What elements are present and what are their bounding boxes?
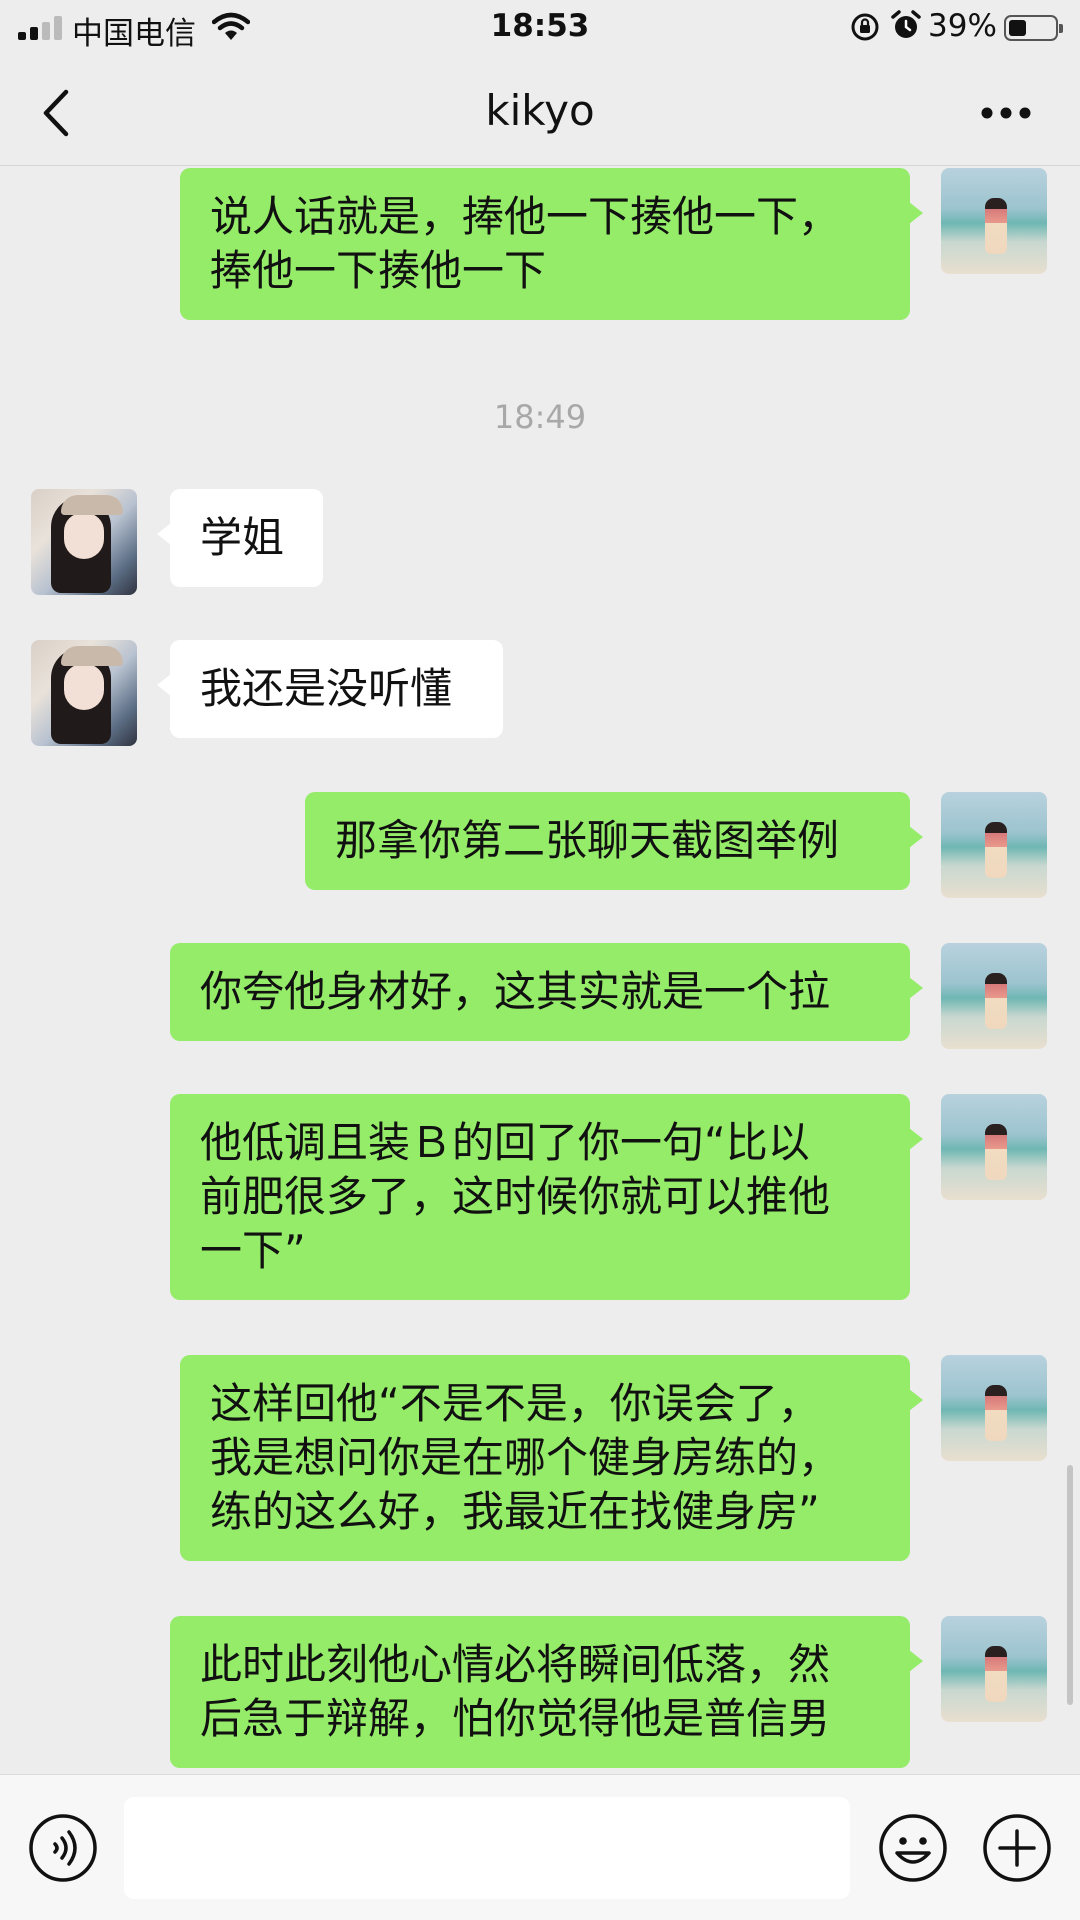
message-line: 捧他一下揍他一下 <box>210 246 547 295</box>
battery-percentage: 39% <box>928 8 997 44</box>
avatar[interactable] <box>31 489 137 595</box>
battery-icon <box>1004 15 1063 41</box>
nav-bar: kikyo <box>0 56 1080 166</box>
message-bubble-sent[interactable]: 此时此刻他心情必将瞬间低落，然 后急于辩解，怕你觉得他是普信男 <box>170 1616 923 1768</box>
message-line: 练的这么好，我最近在找健身房” <box>210 1487 820 1536</box>
message-line: 此时此刻他心情必将瞬间低落，然 <box>200 1640 831 1689</box>
message-line: 后急于辩解，怕你觉得他是普信男 <box>200 1694 831 1743</box>
message-line: 我还是没听懂 <box>200 664 453 713</box>
plus-icon[interactable] <box>982 1813 1052 1883</box>
message-bubble-received[interactable]: 我还是没听懂 <box>157 640 503 738</box>
message-bubble-sent[interactable]: 他低调且装Ｂ的回了你一句“比以 前肥很多了，这时候你就可以推他 一下” <box>170 1094 923 1300</box>
message-line: 这样回他“不是不是，你误会了， <box>210 1379 820 1428</box>
message-line: 那拿你第二张聊天截图举例 <box>335 816 840 865</box>
alarm-icon <box>891 10 921 38</box>
message-bubble-sent[interactable]: 这样回他“不是不是，你误会了， 我是想问你是在哪个健身房练的， 练的这么好，我最… <box>180 1355 923 1561</box>
message-line: 前肥很多了，这时候你就可以推他 <box>200 1172 831 1221</box>
message-input[interactable] <box>124 1797 850 1899</box>
scrollbar[interactable] <box>1067 1465 1073 1705</box>
avatar[interactable] <box>941 1094 1047 1200</box>
message-bubble-sent[interactable]: 你夸他身材好，这其实就是一个拉 <box>170 943 923 1041</box>
avatar[interactable] <box>941 792 1047 898</box>
more-dots-icon[interactable] <box>980 106 1032 120</box>
avatar[interactable] <box>31 640 137 746</box>
message-line: 我是想问你是在哪个健身房练的， <box>210 1433 841 1482</box>
orientation-lock-icon <box>851 13 879 41</box>
message-line: 你夸他身材好，这其实就是一个拉 <box>200 967 831 1016</box>
message-list[interactable]: 说人话就是，捧他一下揍他一下， 捧他一下揍他一下 18:49 学姐 我还是没听懂… <box>0 167 1080 1774</box>
message-bubble-sent[interactable]: 那拿你第二张聊天截图举例 <box>305 792 923 890</box>
avatar[interactable] <box>941 1355 1047 1461</box>
avatar[interactable] <box>941 1616 1047 1722</box>
message-bubble-sent[interactable]: 说人话就是，捧他一下揍他一下， 捧他一下揍他一下 <box>180 168 923 320</box>
chat-title: kikyo <box>485 86 595 135</box>
timestamp: 18:49 <box>493 398 587 436</box>
message-line: 学姐 <box>200 513 285 562</box>
message-line: 一下” <box>200 1226 306 1275</box>
emoji-icon[interactable] <box>878 1813 948 1883</box>
message-bubble-received[interactable]: 学姐 <box>157 489 323 587</box>
voice-icon[interactable] <box>28 1813 98 1883</box>
status-bar: 中国电信 18:53 39% <box>0 0 1080 56</box>
avatar[interactable] <box>941 943 1047 1049</box>
message-line: 说人话就是，捧他一下揍他一下， <box>210 192 841 241</box>
input-bar <box>0 1774 1080 1920</box>
avatar[interactable] <box>941 168 1047 274</box>
message-line: 他低调且装Ｂ的回了你一句“比以 <box>200 1118 810 1167</box>
